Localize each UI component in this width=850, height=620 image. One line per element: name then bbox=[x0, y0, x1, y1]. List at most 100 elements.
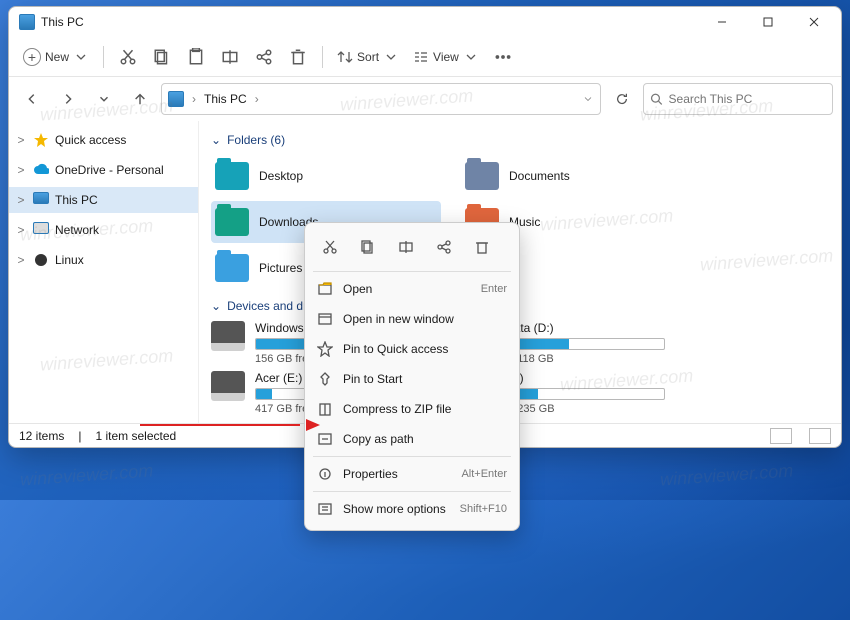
chevron-right-icon: > bbox=[15, 253, 27, 267]
context-menu: OpenEnter Open in new window Pin to Quick … bbox=[304, 222, 520, 531]
path-icon bbox=[317, 431, 333, 447]
sidebar-item-label: Quick access bbox=[55, 133, 126, 147]
linux-icon bbox=[33, 252, 49, 268]
sort-label: Sort bbox=[357, 50, 379, 64]
titlebar: This PC bbox=[9, 7, 841, 37]
chevron-right-icon: > bbox=[15, 133, 27, 147]
menu-item-open-in-new-window[interactable]: Open in new window bbox=[305, 304, 519, 334]
sidebar-item-label: Network bbox=[55, 223, 99, 237]
ctx-rename-button[interactable] bbox=[391, 233, 421, 261]
menu-item-label: Open in new window bbox=[343, 312, 497, 326]
drive-name: (F:) bbox=[505, 371, 691, 385]
sidebar-item-onedrive-personal[interactable]: >OneDrive - Personal bbox=[9, 157, 198, 183]
close-button[interactable] bbox=[791, 7, 837, 37]
sidebar-item-label: Linux bbox=[55, 253, 84, 267]
folder-documents[interactable]: Documents bbox=[461, 155, 691, 197]
minimize-button[interactable] bbox=[699, 7, 745, 37]
search-box[interactable] bbox=[643, 83, 833, 115]
sort-button[interactable]: Sort bbox=[331, 41, 405, 73]
plus-icon: + bbox=[23, 48, 41, 66]
chevron-right-icon: > bbox=[15, 223, 27, 237]
props-icon bbox=[317, 466, 333, 482]
share-button[interactable] bbox=[248, 41, 280, 73]
chevron-right-icon: › bbox=[192, 92, 196, 106]
menu-item-shortcut: Enter bbox=[481, 283, 507, 295]
status-item-count: 12 items bbox=[19, 429, 64, 443]
folder-icon bbox=[465, 162, 499, 190]
address-bar[interactable]: › This PC › bbox=[161, 83, 601, 115]
pc-icon bbox=[168, 91, 184, 107]
folder-icon bbox=[215, 208, 249, 236]
more-icon bbox=[317, 501, 333, 517]
menu-item-pin-to-quick-access[interactable]: Pin to Quick access bbox=[305, 334, 519, 364]
sidebar-item-quick-access[interactable]: > Quick access bbox=[9, 127, 198, 153]
ctx-delete-button[interactable] bbox=[467, 233, 497, 261]
new-button[interactable]: + New bbox=[17, 41, 95, 73]
window-title: This PC bbox=[41, 15, 84, 29]
view-icon bbox=[413, 49, 429, 65]
menu-item-compress-to-zip-file[interactable]: Compress to ZIP file bbox=[305, 394, 519, 424]
breadcrumb[interactable]: This PC bbox=[204, 92, 247, 106]
window-icon bbox=[317, 311, 333, 327]
menu-item-show-more-options[interactable]: Show more optionsShift+F10 bbox=[305, 494, 519, 524]
menu-item-shortcut: Shift+F10 bbox=[460, 503, 507, 515]
folder-icon bbox=[215, 254, 249, 282]
star-icon bbox=[33, 132, 49, 148]
open-icon bbox=[317, 281, 333, 297]
sidebar-item-linux[interactable]: > Linux bbox=[9, 247, 198, 273]
menu-item-label: Properties bbox=[343, 467, 451, 481]
ctx-copy-button[interactable] bbox=[353, 233, 383, 261]
back-button[interactable] bbox=[17, 84, 47, 114]
ctx-cut-button[interactable] bbox=[315, 233, 345, 261]
menu-item-pin-to-start[interactable]: Pin to Start bbox=[305, 364, 519, 394]
search-input[interactable] bbox=[669, 92, 826, 106]
chevron-down-icon: ⌄ bbox=[211, 299, 221, 313]
nav-bar: › This PC › bbox=[9, 77, 841, 121]
up-button[interactable] bbox=[125, 84, 155, 114]
copy-button[interactable] bbox=[146, 41, 178, 73]
more-button[interactable] bbox=[487, 41, 519, 73]
drive-icon bbox=[211, 321, 245, 351]
drive-name: Data (D:) bbox=[505, 321, 691, 335]
cut-button[interactable] bbox=[112, 41, 144, 73]
maximize-button[interactable] bbox=[745, 7, 791, 37]
menu-item-label: Copy as path bbox=[343, 432, 497, 446]
usage-bar bbox=[505, 338, 665, 350]
menu-item-copy-as-path[interactable]: Copy as path bbox=[305, 424, 519, 454]
folder-label: Desktop bbox=[259, 169, 303, 183]
rename-button[interactable] bbox=[214, 41, 246, 73]
refresh-button[interactable] bbox=[607, 84, 637, 114]
view-label: View bbox=[433, 50, 459, 64]
cloud-icon bbox=[33, 162, 49, 178]
search-icon bbox=[650, 92, 663, 106]
sidebar-item-label: OneDrive - Personal bbox=[55, 163, 164, 177]
forward-button[interactable] bbox=[53, 84, 83, 114]
chevron-down-icon[interactable] bbox=[582, 93, 594, 105]
zip-icon bbox=[317, 401, 333, 417]
delete-button[interactable] bbox=[282, 41, 314, 73]
paste-button[interactable] bbox=[180, 41, 212, 73]
group-folders[interactable]: ⌄ Folders (6) bbox=[211, 133, 829, 147]
recent-button[interactable] bbox=[89, 84, 119, 114]
pin-icon bbox=[317, 371, 333, 387]
chevron-down-icon bbox=[383, 49, 399, 65]
details-view-button[interactable] bbox=[770, 428, 792, 444]
drive-free: of 118 GB bbox=[505, 353, 691, 365]
command-bar: + New Sort View bbox=[9, 37, 841, 77]
menu-item-properties[interactable]: PropertiesAlt+Enter bbox=[305, 459, 519, 489]
sidebar-item-this-pc[interactable]: >This PC bbox=[9, 187, 198, 213]
sidebar-item-network[interactable]: > Network bbox=[9, 217, 198, 243]
group-label: Folders (6) bbox=[227, 133, 285, 147]
menu-item-open[interactable]: OpenEnter bbox=[305, 274, 519, 304]
sort-icon bbox=[337, 49, 353, 65]
folder-desktop[interactable]: Desktop bbox=[211, 155, 441, 197]
drive-free: of 235 GB bbox=[505, 403, 691, 415]
chevron-right-icon: › bbox=[255, 92, 259, 106]
view-button[interactable]: View bbox=[407, 41, 485, 73]
thumbnails-view-button[interactable] bbox=[809, 428, 831, 444]
pc-icon bbox=[33, 192, 49, 208]
menu-item-label: Pin to Quick access bbox=[343, 342, 497, 356]
ctx-share-button[interactable] bbox=[429, 233, 459, 261]
menu-item-label: Pin to Start bbox=[343, 372, 497, 386]
folder-label: Pictures bbox=[259, 261, 302, 275]
